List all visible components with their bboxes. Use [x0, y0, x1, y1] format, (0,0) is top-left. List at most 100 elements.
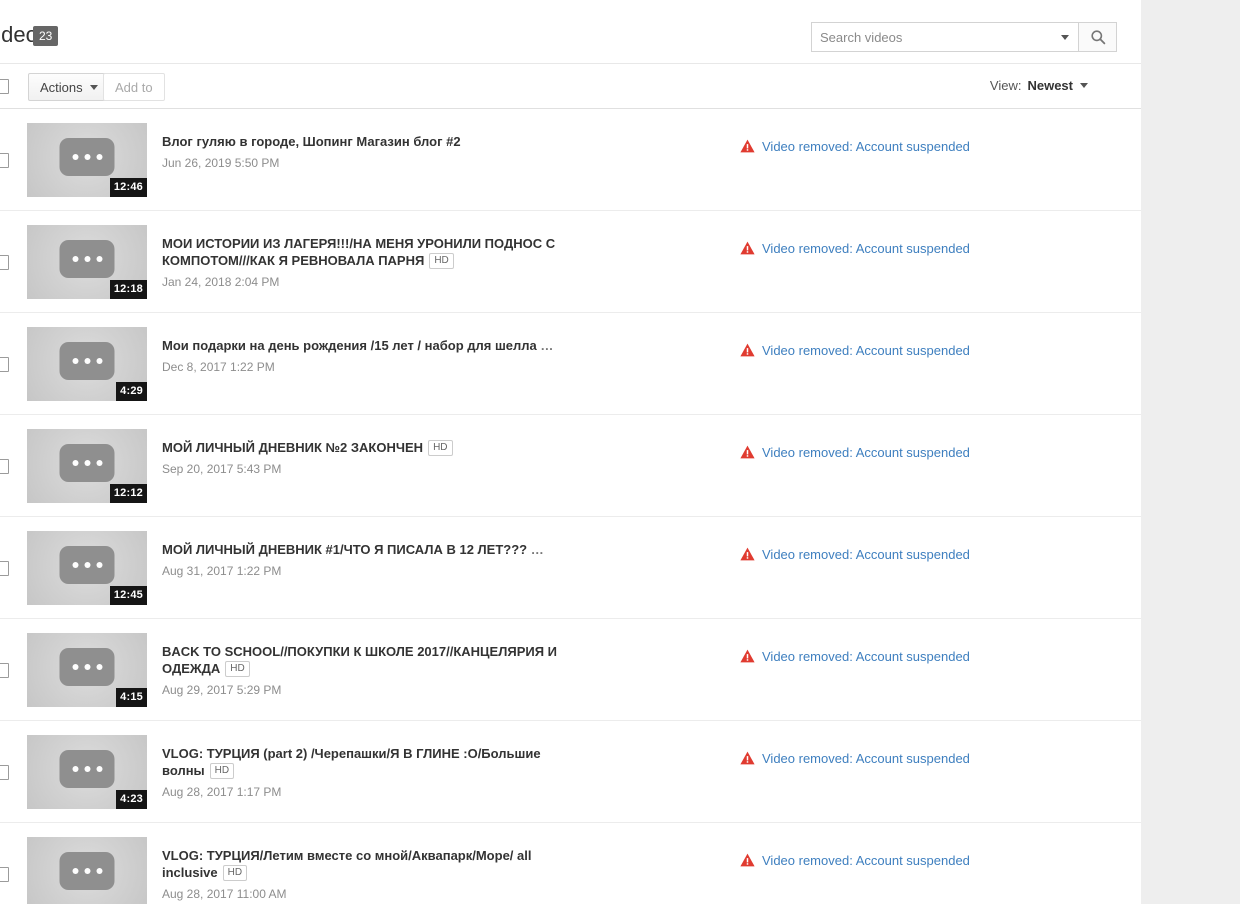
video-title-link[interactable]: Влог гуляю в городе, Шопинг Магазин блог…	[162, 134, 461, 149]
video-select-checkbox[interactable]	[0, 459, 9, 474]
placeholder-thumbnail-icon	[59, 648, 115, 687]
video-title-link[interactable]: BACK TO SCHOOL//ПОКУПКИ К ШКОЛЕ 2017//КА…	[162, 644, 557, 676]
view-sort-value: Newest	[1027, 78, 1073, 93]
warning-icon	[740, 445, 755, 459]
video-status-link[interactable]: Video removed: Account suspended	[762, 853, 970, 868]
search-filter-dropdown[interactable]	[1052, 23, 1078, 51]
video-select-checkbox[interactable]	[0, 357, 9, 372]
video-list: 12:46 Влог гуляю в городе, Шопинг Магазин…	[0, 109, 1141, 904]
video-duration: 12:18	[109, 280, 147, 299]
video-meta: BACK TO SCHOOL//ПОКУПКИ К ШКОЛЕ 2017//КА…	[162, 643, 562, 697]
warning-icon	[740, 751, 755, 765]
video-publish-date: Aug 28, 2017 1:17 PM	[162, 785, 282, 799]
video-publish-date: Aug 31, 2017 1:22 PM	[162, 564, 282, 578]
video-select-checkbox[interactable]	[0, 765, 9, 780]
video-title[interactable]: Влог гуляю в городе, Шопинг Магазин блог…	[162, 133, 562, 150]
video-row[interactable]: 4:23 VLOG: ТУРЦИЯ (part 2) /Черепашки/Я В…	[0, 721, 1141, 823]
hd-badge: HD	[209, 763, 235, 779]
video-title[interactable]: Мои подарки на день рождения /15 лет / н…	[162, 337, 562, 354]
video-row[interactable]: VLOG: ТУРЦИЯ/Летим вместе со мной/Аквапа…	[0, 823, 1141, 904]
placeholder-thumbnail-icon	[59, 138, 115, 177]
video-status-link[interactable]: Video removed: Account suspended	[762, 547, 970, 562]
video-status: Video removed: Account suspended	[740, 139, 970, 154]
view-sort-dropdown[interactable]: Newest	[1027, 78, 1088, 93]
video-status-link[interactable]: Video removed: Account suspended	[762, 649, 970, 664]
placeholder-thumbnail-icon	[59, 546, 115, 585]
placeholder-thumbnail-icon	[59, 444, 115, 483]
warning-icon	[740, 853, 755, 867]
warning-icon	[740, 139, 755, 153]
video-title-link[interactable]: МОИ ИСТОРИИ ИЗ ЛАГЕРЯ!!!/НА МЕНЯ УРОНИЛИ…	[162, 236, 555, 268]
video-meta: VLOG: ТУРЦИЯ (part 2) /Черепашки/Я В ГЛИ…	[162, 745, 562, 799]
video-title-link[interactable]: VLOG: ТУРЦИЯ/Летим вместе со мной/Аквапа…	[162, 848, 531, 880]
chevron-down-icon	[1061, 34, 1069, 40]
select-all-checkbox[interactable]	[0, 79, 9, 94]
video-duration: 4:23	[116, 790, 147, 809]
search-icon	[1090, 30, 1105, 45]
video-status: Video removed: Account suspended	[740, 547, 970, 562]
bulk-actions-toolbar: Actions Add to View: Newest	[0, 63, 1141, 109]
view-label: View:	[989, 78, 1022, 93]
video-title[interactable]: МОЙ ЛИЧНЫЙ ДНЕВНИК #1/ЧТО Я ПИСАЛА В 12 …	[162, 541, 562, 558]
warning-icon	[740, 343, 755, 357]
video-row[interactable]: 4:15 BACK TO SCHOOL//ПОКУПКИ К ШКОЛЕ 2017…	[0, 619, 1141, 721]
video-status-link[interactable]: Video removed: Account suspended	[762, 445, 970, 460]
video-row[interactable]: 12:46 Влог гуляю в городе, Шопинг Магазин…	[0, 109, 1141, 211]
video-status-link[interactable]: Video removed: Account suspended	[762, 343, 970, 358]
title-ellipsis: …	[527, 542, 544, 557]
add-to-button[interactable]: Add to	[103, 73, 165, 101]
hd-badge: HD	[428, 440, 453, 456]
video-duration: 12:12	[109, 484, 147, 503]
video-row[interactable]: 12:18 МОИ ИСТОРИИ ИЗ ЛАГЕРЯ!!!/НА МЕНЯ УР…	[0, 211, 1141, 313]
video-select-checkbox[interactable]	[0, 867, 9, 882]
video-publish-date: Sep 20, 2017 5:43 PM	[162, 462, 282, 476]
placeholder-thumbnail-icon	[59, 342, 115, 381]
video-publish-date: Aug 29, 2017 5:29 PM	[162, 683, 282, 697]
video-status-link[interactable]: Video removed: Account suspended	[762, 139, 970, 154]
hd-badge: HD	[222, 865, 248, 881]
actions-button[interactable]: Actions	[28, 73, 110, 101]
placeholder-thumbnail-icon	[59, 852, 115, 891]
video-title[interactable]: BACK TO SCHOOL//ПОКУПКИ К ШКОЛЕ 2017//КА…	[162, 643, 562, 677]
video-status-link[interactable]: Video removed: Account suspended	[762, 241, 970, 256]
search-button[interactable]	[1078, 23, 1116, 51]
video-row[interactable]: 12:12 МОЙ ЛИЧНЫЙ ДНЕВНИК №2 ЗАКОНЧЕН HD Sep…	[0, 415, 1141, 517]
video-duration: 4:29	[116, 382, 147, 401]
video-title[interactable]: VLOG: ТУРЦИЯ (part 2) /Черепашки/Я В ГЛИ…	[162, 745, 562, 779]
video-duration: 12:46	[109, 178, 147, 197]
video-select-checkbox[interactable]	[0, 153, 9, 168]
video-thumbnail[interactable]: 4:29	[27, 327, 147, 401]
video-title[interactable]: МОЙ ЛИЧНЫЙ ДНЕВНИК №2 ЗАКОНЧЕН HD	[162, 439, 562, 456]
video-meta: МОИ ИСТОРИИ ИЗ ЛАГЕРЯ!!!/НА МЕНЯ УРОНИЛИ…	[162, 235, 562, 289]
warning-icon	[740, 547, 755, 561]
video-title-link[interactable]: МОЙ ЛИЧНЫЙ ДНЕВНИК #1/ЧТО Я ПИСАЛА В 12 …	[162, 542, 527, 557]
search-input[interactable]	[812, 23, 1052, 51]
video-status-link[interactable]: Video removed: Account suspended	[762, 751, 970, 766]
video-thumbnail[interactable]: 12:46	[27, 123, 147, 197]
video-title[interactable]: VLOG: ТУРЦИЯ/Летим вместе со мной/Аквапа…	[162, 847, 562, 881]
video-publish-date: Dec 8, 2017 1:22 PM	[162, 360, 275, 374]
video-thumbnail[interactable]: 12:45	[27, 531, 147, 605]
video-row[interactable]: 4:29 Мои подарки на день рождения /15 лет…	[0, 313, 1141, 415]
video-duration: 4:15	[116, 688, 147, 707]
video-thumbnail[interactable]: 12:12	[27, 429, 147, 503]
video-thumbnail[interactable]: 12:18	[27, 225, 147, 299]
video-select-checkbox[interactable]	[0, 561, 9, 576]
title-ellipsis: …	[536, 338, 554, 353]
video-manager-page: Videos 23 Actions Add to View:	[0, 0, 1141, 904]
video-thumbnail[interactable]	[27, 837, 147, 904]
video-title[interactable]: МОИ ИСТОРИИ ИЗ ЛАГЕРЯ!!!/НА МЕНЯ УРОНИЛИ…	[162, 235, 562, 269]
video-thumbnail[interactable]: 4:15	[27, 633, 147, 707]
page-header: Videos 23	[0, 0, 1141, 63]
video-select-checkbox[interactable]	[0, 255, 9, 270]
video-title-link[interactable]: МОЙ ЛИЧНЫЙ ДНЕВНИК №2 ЗАКОНЧЕН	[162, 440, 423, 455]
video-select-checkbox[interactable]	[0, 663, 9, 678]
placeholder-thumbnail-icon	[59, 240, 115, 279]
video-duration: 12:45	[109, 586, 147, 605]
actions-button-label: Actions	[40, 79, 83, 95]
video-meta: МОЙ ЛИЧНЫЙ ДНЕВНИК #1/ЧТО Я ПИСАЛА В 12 …	[162, 541, 562, 578]
video-title-link[interactable]: Мои подарки на день рождения /15 лет / н…	[162, 338, 537, 353]
placeholder-thumbnail-icon	[59, 750, 115, 789]
video-row[interactable]: 12:45 МОЙ ЛИЧНЫЙ ДНЕВНИК #1/ЧТО Я ПИСАЛА …	[0, 517, 1141, 619]
video-thumbnail[interactable]: 4:23	[27, 735, 147, 809]
